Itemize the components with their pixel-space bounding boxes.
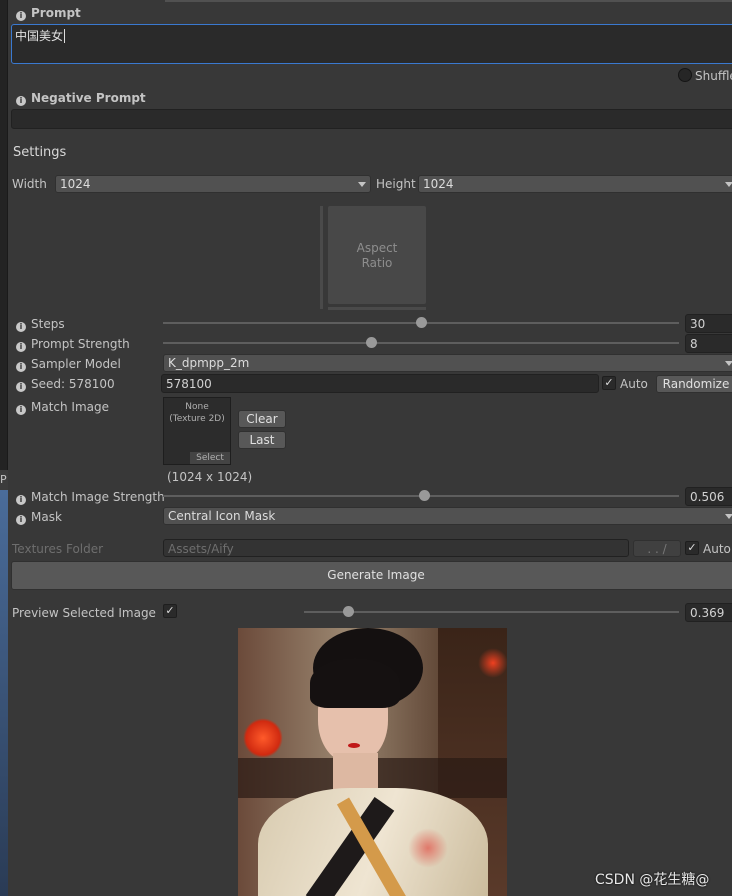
randomize-button[interactable]: Randomize xyxy=(656,375,732,393)
seed-input[interactable]: 578100 xyxy=(161,374,599,393)
negative-prompt-label-text: Negative Prompt xyxy=(31,91,146,105)
textures-folder-input: Assets/Aify xyxy=(163,539,629,557)
sampler-label-text: Sampler Model xyxy=(31,357,121,371)
shuffle-label: Shuffle xyxy=(695,69,732,83)
steps-label: i Steps xyxy=(16,317,65,332)
mask-label: i Mask xyxy=(16,510,62,525)
textures-folder-label: Textures Folder xyxy=(12,542,104,556)
info-icon: i xyxy=(16,362,26,372)
chevron-down-icon xyxy=(725,361,732,366)
negative-prompt-label: i Negative Prompt xyxy=(16,91,146,106)
match-image-label: i Match Image xyxy=(16,400,109,415)
width-label: Width xyxy=(12,177,47,191)
preview-checkbox[interactable]: ✓ xyxy=(163,604,177,618)
select-button[interactable]: Select xyxy=(190,452,230,464)
type-text: (Texture 2D) xyxy=(169,414,225,424)
preview-input[interactable]: 0.369 xyxy=(685,603,732,622)
match-image-label-text: Match Image xyxy=(31,400,110,414)
prompt-label-text: Prompt xyxy=(31,6,81,20)
chevron-down-icon xyxy=(725,182,732,187)
height-label: Height xyxy=(376,177,416,191)
aspect-ratio-preview: Aspect Ratio xyxy=(328,206,426,304)
textures-auto-label: Auto xyxy=(703,542,731,556)
scene-view-edge xyxy=(0,490,8,896)
seed-auto-label: Auto xyxy=(620,377,648,391)
generated-image-preview xyxy=(238,628,507,896)
last-button[interactable]: Last xyxy=(238,431,286,449)
steps-slider[interactable] xyxy=(163,317,679,328)
match-strength-slider[interactable] xyxy=(163,490,679,501)
prompt-strength-label: i Prompt Strength xyxy=(16,337,130,352)
prompt-strength-input[interactable]: 8 xyxy=(685,334,732,353)
mask-label-text: Mask xyxy=(31,510,62,524)
info-icon: i xyxy=(16,96,26,106)
preview-slider[interactable] xyxy=(304,606,679,617)
shuffle-radio[interactable] xyxy=(678,68,692,82)
aspect-ratio-text: Aspect Ratio xyxy=(356,241,398,270)
prompt-strength-slider-thumb[interactable] xyxy=(365,337,377,348)
info-icon: i xyxy=(16,405,26,415)
seed-auto-checkbox[interactable]: ✓ xyxy=(602,376,616,390)
chevron-down-icon xyxy=(358,182,366,187)
match-image-size: (1024 x 1024) xyxy=(167,470,253,484)
aspect-horizontal-bar xyxy=(328,307,426,310)
none-text: None xyxy=(185,402,209,412)
negative-prompt-input[interactable] xyxy=(11,109,732,129)
prompt-text: 中国美女 xyxy=(15,29,64,43)
watermark: CSDN @花生糖@ xyxy=(595,872,710,888)
info-icon: i xyxy=(16,342,26,352)
match-strength-label-text: Match Image Strength xyxy=(31,490,165,504)
prompt-textarea[interactable]: 中国美女 xyxy=(11,24,732,64)
sampler-dropdown[interactable]: K_dpmpp_2m xyxy=(163,354,732,372)
width-value: 1024 xyxy=(60,177,91,191)
preview-label: Preview Selected Image xyxy=(12,606,156,620)
left-panel-tab[interactable]: P xyxy=(0,470,8,490)
match-strength-input[interactable]: 0.506 xyxy=(685,487,732,506)
mask-dropdown[interactable]: Central Icon Mask xyxy=(163,507,732,525)
aspect-vertical-bar xyxy=(320,206,323,309)
steps-slider-thumb[interactable] xyxy=(416,317,427,328)
textures-auto-checkbox[interactable]: ✓ xyxy=(685,541,699,555)
info-icon: i xyxy=(16,382,26,392)
info-icon: i xyxy=(16,322,26,332)
info-icon: i xyxy=(16,515,26,525)
prompt-strength-slider[interactable] xyxy=(163,337,679,348)
steps-input[interactable]: 30 xyxy=(685,314,732,333)
generate-image-button[interactable]: Generate Image xyxy=(11,561,732,590)
top-field-edge xyxy=(165,0,732,2)
height-dropdown[interactable]: 1024 xyxy=(418,175,732,193)
browse-folder-button[interactable]: . . / xyxy=(633,540,681,557)
sampler-value: K_dpmpp_2m xyxy=(168,356,250,370)
height-value: 1024 xyxy=(423,177,454,191)
seed-label: i Seed: 578100 xyxy=(16,377,115,392)
settings-heading: Settings xyxy=(13,145,67,160)
info-icon: i xyxy=(16,11,26,21)
width-dropdown[interactable]: 1024 xyxy=(55,175,371,193)
clear-button[interactable]: Clear xyxy=(238,410,286,428)
mask-value: Central Icon Mask xyxy=(168,509,276,523)
match-image-object-field[interactable]: None (Texture 2D) Select xyxy=(163,397,231,465)
chevron-down-icon xyxy=(725,514,732,519)
match-strength-label: i Match Image Strength xyxy=(16,490,165,505)
prompt-label: i Prompt xyxy=(16,6,81,21)
match-strength-slider-thumb[interactable] xyxy=(419,490,431,501)
prompt-strength-label-text: Prompt Strength xyxy=(31,337,130,351)
steps-label-text: Steps xyxy=(31,317,65,331)
info-icon: i xyxy=(16,495,26,505)
sampler-label: i Sampler Model xyxy=(16,357,121,372)
seed-label-text: Seed: 578100 xyxy=(31,377,115,391)
preview-slider-thumb[interactable] xyxy=(342,606,354,617)
